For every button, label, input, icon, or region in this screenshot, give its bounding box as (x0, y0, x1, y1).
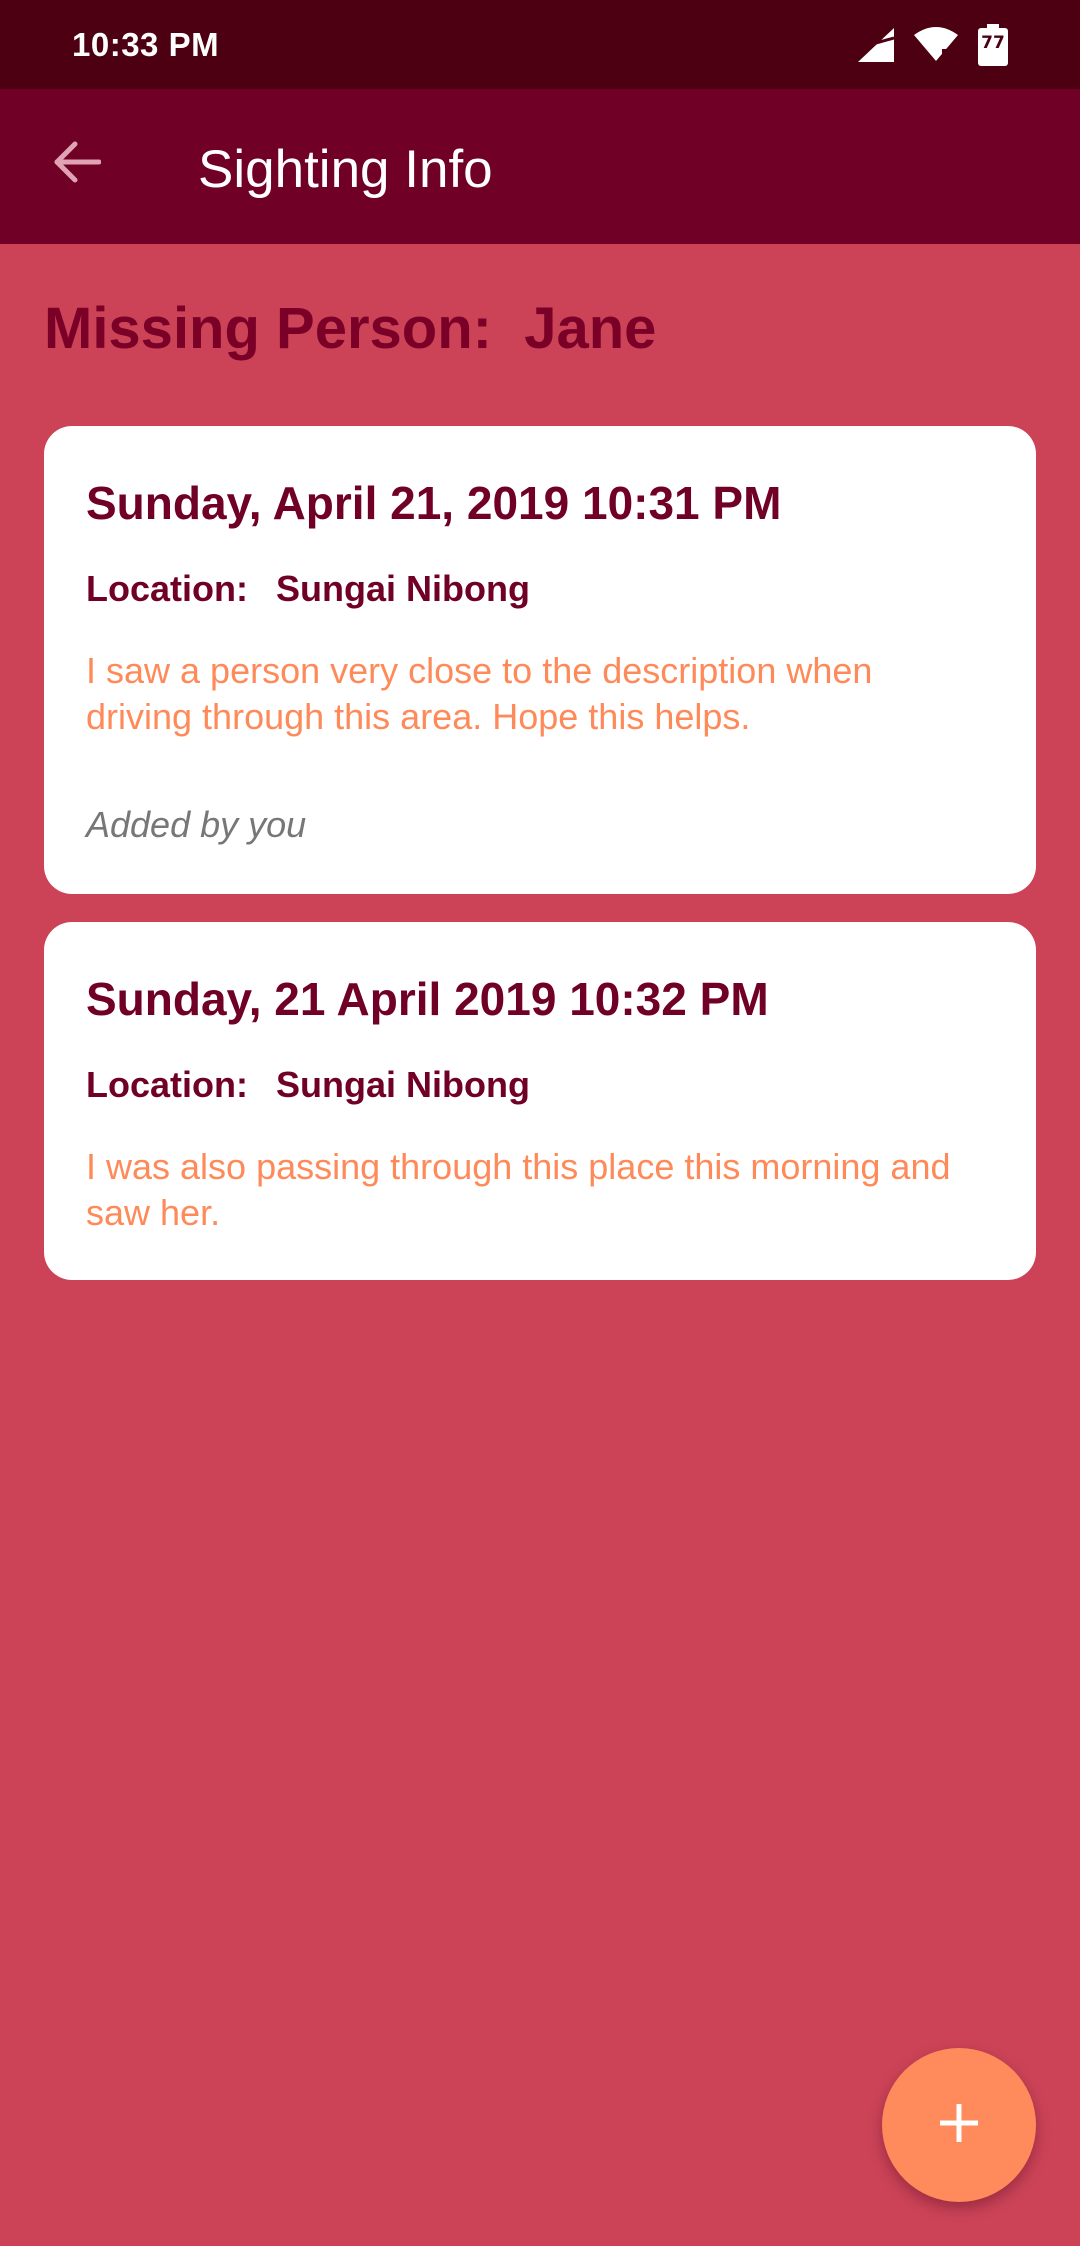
sighting-description: I saw a person very close to the descrip… (86, 650, 873, 737)
sighting-card[interactable]: Sunday, 21 April 2019 10:32 PM Location:… (44, 922, 1036, 1280)
signal-icon (858, 28, 894, 62)
sighting-card[interactable]: Sunday, April 21, 2019 10:31 PM Location… (44, 426, 1036, 894)
plus-icon (937, 2101, 981, 2150)
arrow-back-icon (53, 140, 102, 189)
location-label: Location: (86, 568, 248, 609)
sighting-description: I was also passing through this place th… (86, 1146, 951, 1233)
battery-level: 77 (981, 33, 1005, 53)
sighting-location: Location: Sungai Nibong (86, 568, 530, 610)
location-value: Sungai Nibong (275, 568, 530, 609)
missing-person-heading: Missing Person: Jane (44, 296, 657, 361)
status-bar: 10:33 PM 77 (0, 0, 1080, 89)
added-by-label: Added by you (86, 804, 307, 845)
sighting-date: Sunday, 21 April 2019 10:32 PM (86, 973, 769, 1025)
add-sighting-button[interactable] (882, 2048, 1036, 2202)
location-label: Location: (86, 1064, 248, 1105)
back-button[interactable] (42, 129, 112, 199)
sighting-location: Location: Sungai Nibong (86, 1064, 530, 1106)
status-time: 10:33 PM (72, 26, 220, 63)
page-title: Sighting Info (198, 140, 493, 199)
status-icons: 77 (858, 24, 1008, 66)
sighting-date: Sunday, April 21, 2019 10:31 PM (86, 477, 782, 529)
app-bar: Sighting Info (0, 89, 1080, 244)
wifi-icon (914, 27, 958, 63)
battery-icon: 77 (978, 24, 1008, 66)
location-value: Sungai Nibong (275, 1064, 530, 1105)
